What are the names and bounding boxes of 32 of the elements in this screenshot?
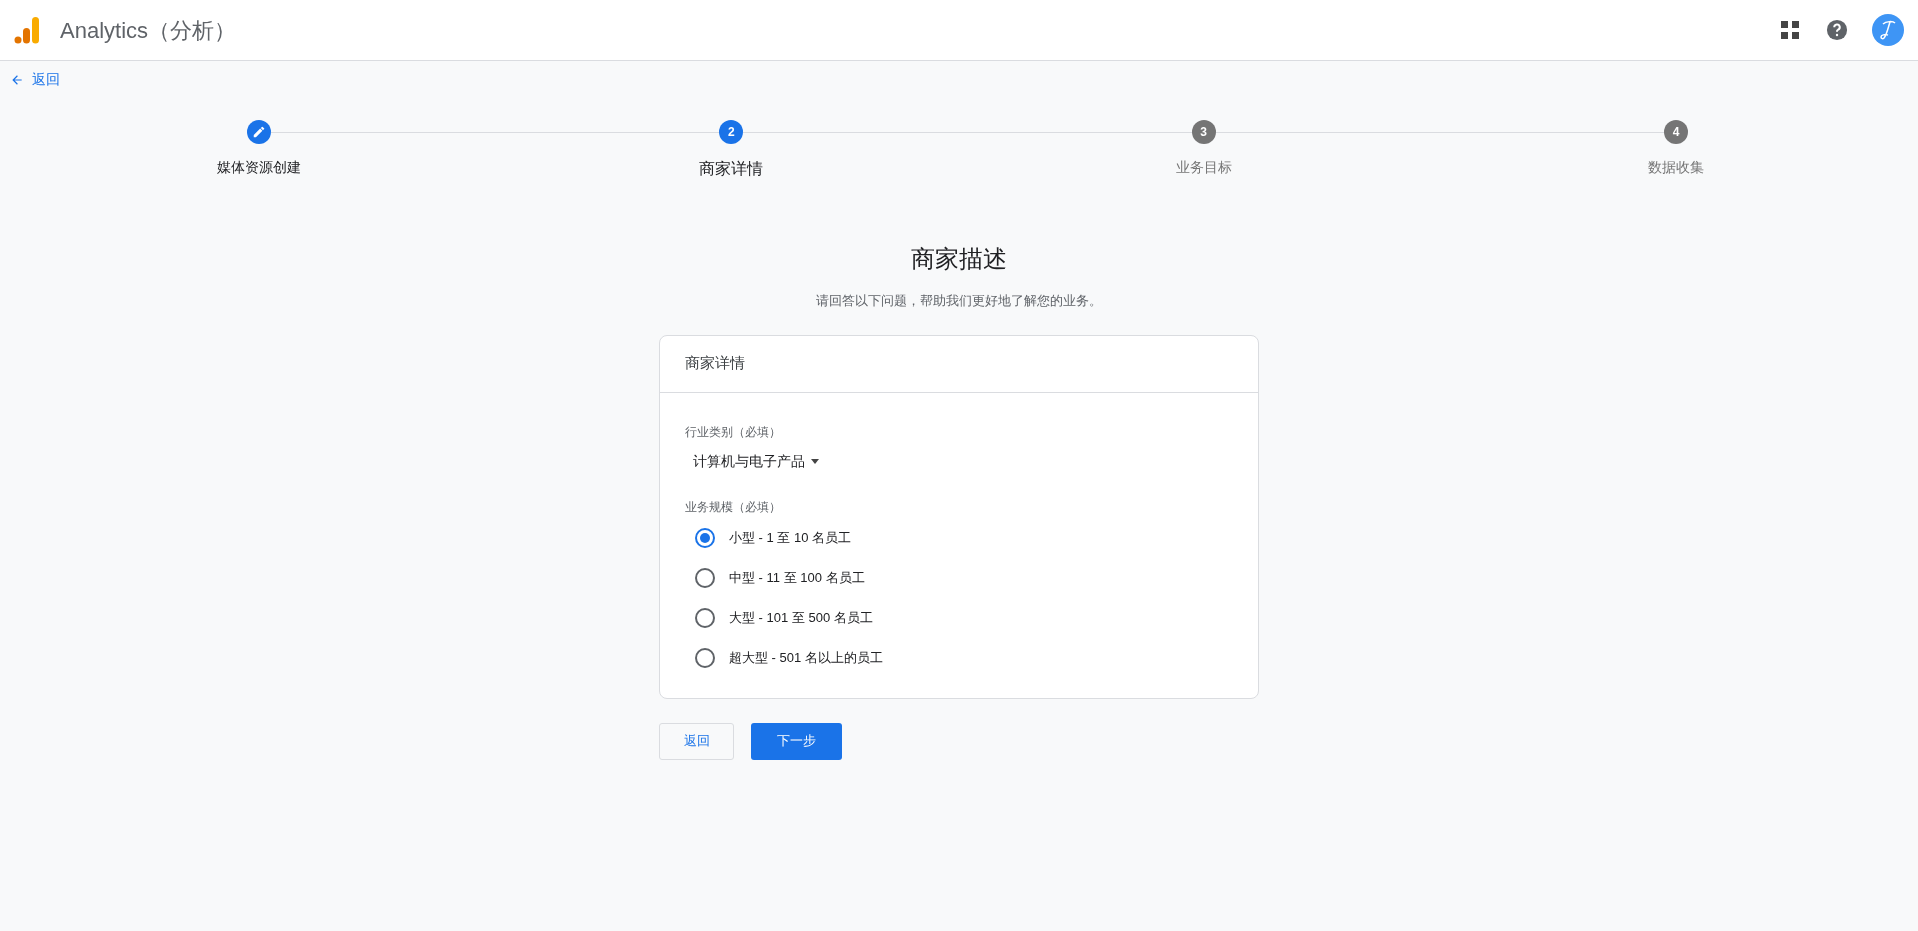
apps-grid-icon[interactable] xyxy=(1780,20,1800,40)
radio-button[interactable] xyxy=(695,527,715,548)
option-label: 小型 - 1 至 10 名员工 xyxy=(729,528,852,547)
step-label: 媒体资源创建 xyxy=(217,158,301,177)
radio-button[interactable] xyxy=(695,567,715,588)
size-radio-option[interactable]: 大型 - 101 至 500 名员工 xyxy=(695,607,1233,628)
caret-icon xyxy=(811,458,819,464)
option-label: 超大型 - 501 名以上的员工 xyxy=(729,648,883,667)
step-label: 商家详情 xyxy=(699,159,764,179)
pencil-icon xyxy=(252,125,266,139)
size-radio-option[interactable]: 超大型 - 501 名以上的员工 xyxy=(695,647,1233,668)
industry-dropdown[interactable]: 计算机与电子产品 xyxy=(693,450,819,472)
bar-chart-logo-icon xyxy=(14,16,40,44)
option-label: 中型 - 11 至 100 名员工 xyxy=(729,568,865,587)
avatar-icon[interactable] xyxy=(1872,14,1904,46)
radio-button[interactable] xyxy=(695,607,715,628)
card-title: 商家详情 xyxy=(685,353,745,374)
help-icon[interactable] xyxy=(1826,19,1848,41)
field-label: 业务规模（必填） xyxy=(685,498,782,516)
back-button[interactable]: 返回 xyxy=(659,722,734,760)
page-subtitle: 请回答以下问题，帮助我们更好地了解您的业务。 xyxy=(816,292,1102,310)
size-radio-option[interactable]: 中型 - 11 至 100 名员工 xyxy=(695,567,1233,588)
app-title: Analytics（分析） xyxy=(60,16,237,45)
back-link[interactable]: 返回 xyxy=(10,69,60,90)
option-label: 大型 - 101 至 500 名员工 xyxy=(729,608,873,627)
radio-button[interactable] xyxy=(695,647,715,668)
step-label: 数据收集 xyxy=(1648,158,1704,177)
field-label: 行业类别（必填） xyxy=(685,423,782,441)
size-radio-option[interactable]: 小型 - 1 至 10 名员工 xyxy=(695,527,1233,548)
page-title: 商家描述 xyxy=(911,244,1007,274)
step-label: 业务目标 xyxy=(1175,158,1232,177)
next-button[interactable]: 下一步 xyxy=(751,722,842,760)
